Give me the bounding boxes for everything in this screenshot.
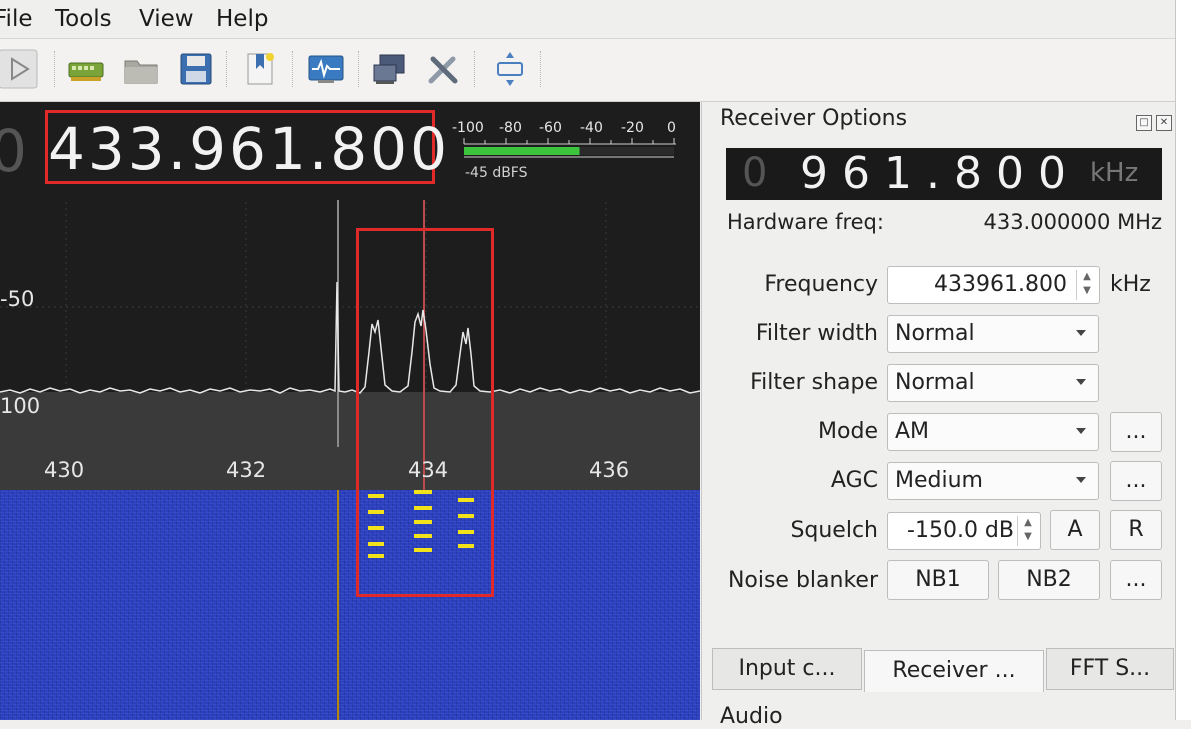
squelch-spinbox[interactable]: -150.0 dB ▲ ▼	[887, 512, 1041, 550]
hardware-freq-label: Hardware freq:	[727, 210, 884, 234]
mode-select[interactable]: AM	[887, 413, 1099, 451]
tab-input-controls[interactable]: Input c...	[712, 648, 862, 690]
save-icon	[180, 53, 212, 85]
nb1-button[interactable]: NB1	[887, 560, 989, 600]
close-icon[interactable]: ✕	[1156, 115, 1172, 131]
remote-control-icon	[373, 54, 405, 84]
toolbar-separator	[292, 51, 295, 87]
toolbar-separator	[226, 51, 229, 87]
meter-bar	[463, 138, 676, 158]
lcd-unit: kHz	[1090, 158, 1139, 188]
receiver-options-panel: Receiver Options □ ✕ 0 961.800 kHz Hardwa…	[701, 102, 1176, 729]
waterfall-signals	[337, 490, 474, 720]
agc-select[interactable]: Medium	[887, 462, 1099, 500]
frequency-value: 433961.800	[934, 272, 1067, 297]
hardware-freq-value: 433.000000 MHz	[983, 210, 1162, 234]
dock-button[interactable]	[488, 47, 532, 91]
remote-control-button[interactable]	[368, 47, 412, 91]
save-button[interactable]	[174, 47, 218, 91]
filter-width-select[interactable]: Normal	[887, 315, 1099, 353]
tools-icon	[428, 56, 458, 84]
play-icon	[0, 49, 38, 89]
squelch-reset-button[interactable]: R	[1110, 510, 1162, 550]
dock-tabs: Input c... Receiver ... FFT S...	[712, 648, 1174, 692]
tab-fft-settings[interactable]: FFT S...	[1046, 648, 1174, 690]
spin-arrows-icon[interactable]: ▲ ▼	[1017, 516, 1038, 546]
device-button[interactable]	[64, 47, 108, 91]
frequency-ghost-digit: 0	[0, 117, 27, 185]
meter-level-label: -45 dBFS	[465, 165, 528, 181]
agc-options-button[interactable]: ...	[1110, 461, 1162, 501]
toolbar	[0, 39, 1175, 102]
filter-width-value: Normal	[895, 321, 975, 346]
x-axis-label: 436	[589, 458, 630, 482]
meter-scale-label: -80	[499, 120, 522, 136]
meter-scale-label: -40	[580, 120, 603, 136]
frequency-spinbox[interactable]: 433961.800 ▲ ▼	[887, 266, 1100, 304]
agc-label: AGC	[830, 468, 878, 493]
tools-button[interactable]	[421, 47, 465, 91]
meter-scale-label: -60	[539, 120, 562, 136]
meter-scale-label: -100	[452, 120, 484, 136]
mode-options-button[interactable]: ...	[1110, 412, 1162, 452]
squelch-value: -150.0 dB	[907, 518, 1014, 543]
dock-move-icon	[497, 52, 523, 86]
noise-blanker-options-button[interactable]: ...	[1110, 560, 1162, 600]
filter-shape-value: Normal	[895, 370, 975, 395]
analyzer-button[interactable]	[304, 47, 348, 91]
meter-scale-label: -20	[621, 120, 644, 136]
meter-scale-label: 0	[667, 120, 676, 136]
menu-file[interactable]: File	[0, 6, 33, 32]
x-axis-label: 430	[44, 458, 85, 482]
lcd-offset-frequency: 961.800	[800, 148, 1080, 199]
mode-label: Mode	[818, 419, 878, 444]
squelch-auto-button[interactable]: A	[1050, 510, 1100, 550]
frequency-readout[interactable]: 433.961.800	[48, 114, 450, 184]
y-axis-label: 100	[0, 394, 41, 418]
agc-value: Medium	[895, 468, 983, 493]
toolbar-separator	[358, 51, 361, 87]
dropdown-arrow-icon	[1076, 428, 1086, 434]
filter-width-label: Filter width	[755, 321, 878, 346]
x-axis-label: 432	[226, 458, 267, 482]
play-button[interactable]	[0, 47, 40, 91]
filter-shape-select[interactable]: Normal	[887, 364, 1099, 402]
mode-value: AM	[895, 419, 930, 444]
filter-shape-label: Filter shape	[750, 370, 878, 395]
sdr-device-icon	[68, 62, 104, 81]
menu-help[interactable]: Help	[216, 6, 268, 32]
receiver-lcd[interactable]: 0 961.800 kHz	[726, 148, 1162, 200]
tab-receiver-options[interactable]: Receiver ...	[864, 650, 1044, 692]
bookmark-icon	[247, 53, 274, 85]
frequency-label: Frequency	[764, 272, 878, 297]
panel-title: Receiver Options	[720, 106, 908, 131]
window-edge	[1175, 0, 1191, 720]
y-axis-label: -50	[0, 287, 35, 311]
panel-window-buttons: □ ✕	[1132, 110, 1172, 131]
squelch-label: Squelch	[790, 518, 878, 543]
noise-blanker-label: Noise blanker	[727, 568, 878, 593]
menu-bar: File Tools View Help	[0, 0, 1175, 39]
meter-level-fill	[464, 147, 580, 155]
dropdown-arrow-icon	[1076, 330, 1086, 336]
menu-view[interactable]: View	[139, 6, 194, 32]
waterfall-display[interactable]	[0, 490, 700, 720]
nb2-button[interactable]: NB2	[998, 560, 1100, 600]
toolbar-separator	[540, 51, 543, 87]
toolbar-separator	[474, 51, 477, 87]
signal-highlight-box	[356, 228, 494, 597]
bookmark-button[interactable]	[238, 47, 282, 91]
spin-arrows-icon[interactable]: ▲ ▼	[1076, 270, 1097, 300]
audio-section-title: Audio	[720, 704, 783, 729]
frequency-unit: kHz	[1110, 272, 1151, 297]
signal-analyzer-icon	[308, 55, 344, 83]
open-button[interactable]	[119, 47, 163, 91]
lcd-ghost-digit: 0	[742, 150, 768, 196]
dropdown-arrow-icon	[1076, 477, 1086, 483]
menu-tools[interactable]: Tools	[55, 6, 112, 32]
dropdown-arrow-icon	[1076, 379, 1086, 385]
open-folder-icon	[124, 60, 158, 84]
toolbar-separator	[54, 51, 57, 87]
float-icon[interactable]: □	[1136, 115, 1152, 131]
